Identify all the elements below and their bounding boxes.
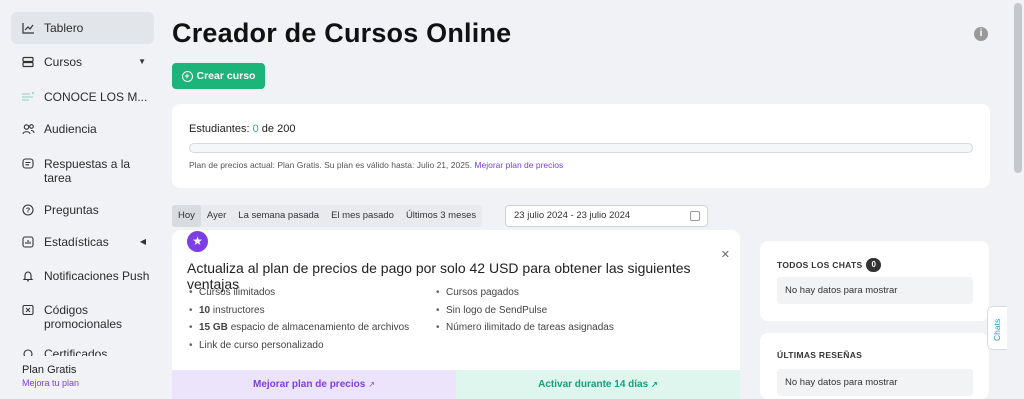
sidebar-item-label: Preguntas [44, 203, 99, 217]
upgrade-plan-button[interactable]: Mejorar plan de precios ↗ [172, 370, 456, 399]
benefit-item: 10 instructores [187, 305, 434, 323]
date-range-value: 23 julio 2024 - 23 julio 2024 [514, 210, 631, 221]
sidebar-item-label: Audiencia [44, 122, 97, 136]
reviews-heading: ÚLTIMAS RESEÑAS [777, 350, 862, 360]
date-range-tabs: Hoy Ayer La semana pasada El mes pasado … [172, 205, 483, 227]
activate-trial-button[interactable]: Activar durante 14 días ↗ [456, 370, 740, 399]
range-tab-last-week[interactable]: La semana pasada [232, 205, 325, 227]
benefits-column-2: Cursos pagados Sin logo de SendPulse Núm… [434, 287, 614, 357]
plan-note: Plan de precios actual: Plan Gratis. Su … [189, 160, 563, 170]
sidebar-item-course[interactable]: CONOCE LOS M... [11, 90, 154, 104]
scrollbar-thumb[interactable] [1014, 3, 1022, 173]
students-limit: de 200 [261, 123, 296, 135]
plan-box: Plan Gratis Mejora tu plan [0, 356, 162, 399]
message-icon [21, 157, 35, 171]
create-course-label: Crear curso [196, 70, 256, 82]
sidebar-item-tablero[interactable]: Tablero [11, 12, 154, 44]
reviews-title: ÚLTIMAS RESEÑAS [777, 350, 863, 360]
svg-text:?: ? [26, 206, 31, 215]
sidebar-item-notificaciones[interactable]: Notificaciones Push [11, 269, 154, 283]
sidebar-item-label: CONOCE LOS M... [44, 90, 148, 104]
course-thumb-icon [21, 90, 35, 104]
certificate-icon [21, 347, 35, 356]
caret-left-icon: ◀ [139, 237, 146, 246]
latest-reviews-card: ÚLTIMAS RESEÑAS No hay datos para mostra… [760, 333, 989, 399]
benefit-item: Cursos pagados [434, 287, 614, 305]
upgrade-plan-label: Mejorar plan de precios [253, 379, 366, 390]
upgrade-plan-link[interactable]: Mejora tu plan [22, 378, 162, 388]
star-badge-icon: ★ [187, 231, 208, 252]
sidebar-item-label: Certificados [44, 347, 108, 356]
chats-title: TODOS LOS CHATS [777, 260, 863, 270]
sidebar-item-audiencia[interactable]: Audiencia [11, 122, 154, 136]
chats-count-badge: 0 [866, 258, 882, 272]
activate-trial-label: Activar durante 14 días [538, 379, 649, 390]
stats-icon [21, 235, 35, 249]
students-count: 0 [252, 123, 259, 135]
scrollbar[interactable] [1012, 0, 1024, 399]
sidebar-item-label: Respuestas a la tarea [44, 157, 131, 185]
range-tab-last-month[interactable]: El mes pasado [325, 205, 400, 227]
chats-tab-label: Chats [992, 318, 1002, 341]
promo-actions: Mejorar plan de precios ↗ Activar durant… [172, 370, 740, 399]
question-icon: ? [21, 203, 35, 217]
coupon-icon [21, 303, 35, 317]
chats-heading: TODOS LOS CHATS 0 [777, 258, 882, 272]
sidebar-item-label: Cursos [44, 55, 83, 69]
range-tab-last-3-months[interactable]: Últimos 3 meses [400, 205, 482, 227]
plan-note-text: Plan de precios actual: Plan Gratis. Su … [189, 160, 473, 170]
sidebar-item-label: Notificaciones Push [44, 269, 150, 283]
range-tab-yesterday[interactable]: Ayer [201, 205, 232, 227]
benefit-item: Cursos ilimitados [187, 287, 434, 305]
sidebar-item-codigos[interactable]: Códigos promocionales [11, 303, 154, 331]
reviews-empty-state: No hay datos para mostrar [777, 369, 973, 396]
chats-side-tab[interactable]: Chats [987, 306, 1007, 350]
sidebar: Tablero Cursos ▼ CONOCE LOS M... Audienc… [0, 0, 162, 399]
sidebar-item-respuestas[interactable]: Respuestas a la tarea [11, 157, 154, 185]
page-title: Creador de Cursos Online [172, 18, 512, 48]
benefits-column-1: Cursos ilimitados 10 instructores 15 GB … [187, 287, 434, 357]
plan-title: Plan Gratis [22, 364, 77, 376]
sidebar-item-label: Códigos promocionales [44, 303, 123, 331]
sidebar-item-label: Estadísticas [44, 235, 109, 249]
benefit-item: Link de curso personalizado [187, 340, 434, 358]
sidebar-item-preguntas[interactable]: ? Preguntas [11, 203, 154, 217]
sidebar-item-label: Tablero [44, 21, 84, 35]
chats-empty-state: No hay datos para mostrar [777, 277, 973, 304]
external-link-icon: ↗ [651, 380, 658, 389]
users-icon [21, 122, 35, 136]
info-icon[interactable]: i [974, 27, 988, 41]
all-chats-card: TODOS LOS CHATS 0 No hay datos para most… [760, 241, 989, 321]
range-tab-today[interactable]: Hoy [172, 205, 201, 227]
benefit-item: Sin logo de SendPulse [434, 305, 614, 323]
students-card: Estudiantes: 0 de 200 Plan de precios ac… [172, 104, 990, 188]
upgrade-promo-card: ✕ Actualiza al plan de precios de pago p… [172, 230, 740, 399]
students-progress-bar [189, 143, 973, 153]
layers-icon [21, 55, 35, 69]
caret-down-icon: ▼ [138, 57, 146, 66]
benefit-item: Número ilimitado de tareas asignadas [434, 322, 614, 340]
date-range-picker[interactable]: 23 julio 2024 - 23 julio 2024 [505, 205, 708, 227]
sidebar-item-certificados[interactable]: Certificados [11, 347, 154, 356]
students-label-text: Estudiantes: [189, 123, 250, 135]
sidebar-item-cursos[interactable]: Cursos ▼ [11, 55, 154, 69]
students-label: Estudiantes: 0 de 200 [189, 123, 295, 135]
create-course-button[interactable]: + Crear curso [172, 63, 265, 89]
bell-icon [21, 269, 35, 283]
calendar-icon [690, 211, 700, 221]
benefit-item: 15 GB espacio de almacenamiento de archi… [187, 322, 434, 340]
upgrade-pricing-link[interactable]: Mejorar plan de precios [474, 160, 563, 170]
external-link-icon: ↗ [368, 380, 375, 389]
sidebar-item-estadisticas[interactable]: Estadísticas ◀ [11, 235, 154, 249]
plus-circle-icon: + [181, 70, 193, 82]
chart-line-icon [21, 21, 35, 35]
benefits-list: Cursos ilimitados 10 instructores 15 GB … [187, 287, 614, 357]
